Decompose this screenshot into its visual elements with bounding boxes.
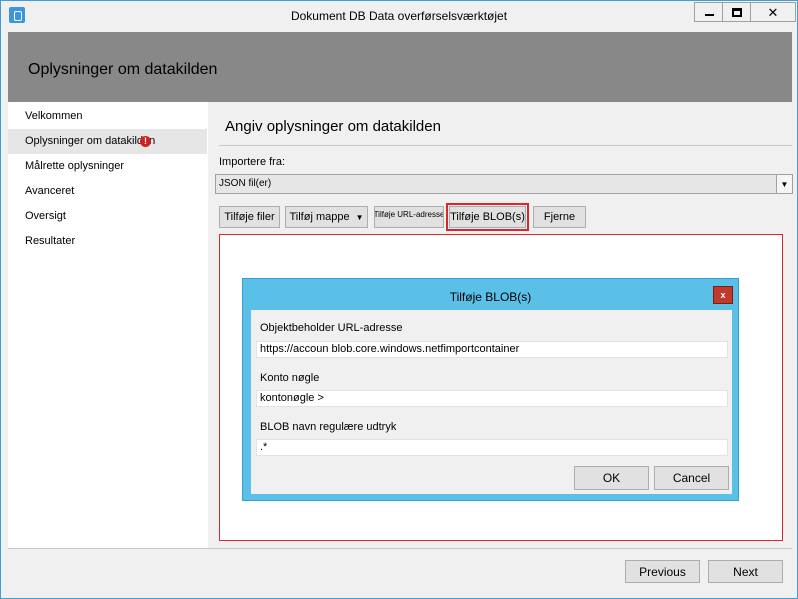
container-url-field[interactable]: https://accoun blob.core.windows.netfimp… bbox=[256, 341, 728, 358]
maximize-icon bbox=[732, 7, 742, 17]
minimize-button[interactable] bbox=[694, 2, 724, 22]
footer-divider bbox=[8, 548, 792, 549]
close-button[interactable]: ✕ bbox=[750, 2, 796, 22]
nav-item-advanced[interactable]: Avanceret bbox=[8, 179, 207, 204]
nav-item-source-info[interactable]: Oplysninger om datakilden ! bbox=[8, 129, 207, 154]
ok-button[interactable]: OK bbox=[574, 466, 649, 490]
section-title: Angiv oplysninger om datakilden bbox=[225, 118, 441, 135]
minimize-icon bbox=[704, 14, 714, 16]
import-source-select[interactable]: JSON fil(er) ▼ bbox=[215, 174, 793, 194]
remove-button[interactable]: Fjerne bbox=[533, 206, 586, 228]
blob-regex-label: BLOB navn regulære udtryk bbox=[260, 421, 397, 433]
add-blob-button[interactable]: Tilføje BLOB(s) bbox=[446, 203, 529, 231]
import-from-label: Importere fra: bbox=[219, 156, 286, 168]
close-icon: ✕ bbox=[767, 4, 779, 20]
window-title: Dokument DB Data overførselsværktøjet bbox=[290, 9, 508, 23]
nav-item-summary[interactable]: Oversigt bbox=[8, 204, 207, 229]
previous-button[interactable]: Previous bbox=[625, 560, 700, 583]
app-window: Dokument DB Data overførselsværktøjet ✕ … bbox=[0, 0, 798, 599]
wizard-nav: Velkommen Oplysninger om datakilden ! Må… bbox=[8, 102, 208, 548]
blob-regex-field[interactable]: .* bbox=[256, 439, 728, 456]
add-url-button[interactable]: Tilføje URL-adresse bbox=[374, 206, 444, 228]
maximize-button[interactable] bbox=[722, 2, 752, 22]
add-folder-label: Tilføj mappe bbox=[289, 211, 350, 223]
add-folder-button[interactable]: Tilføj mappe ▼ bbox=[285, 206, 368, 228]
nav-item-results[interactable]: Resultater bbox=[8, 229, 207, 254]
nav-item-label: Oplysninger om datakilden bbox=[25, 135, 156, 147]
account-key-label: Konto nøgle bbox=[260, 372, 320, 384]
chevron-down-icon[interactable]: ▼ bbox=[776, 175, 792, 193]
container-url-label: Objektbeholder URL-adresse bbox=[260, 322, 403, 334]
dialog-close-button[interactable]: x bbox=[713, 286, 733, 304]
cancel-button[interactable]: Cancel bbox=[654, 466, 729, 490]
nav-item-target-info[interactable]: Målrette oplysninger bbox=[8, 154, 207, 179]
dialog-body: Objektbeholder URL-adresse https://accou… bbox=[251, 310, 732, 494]
next-button[interactable]: Next bbox=[708, 560, 783, 583]
add-files-button[interactable]: Tilføje filer bbox=[219, 206, 280, 228]
section-divider bbox=[219, 145, 792, 146]
account-key-field[interactable]: kontonøgle > bbox=[256, 390, 728, 407]
add-blob-dialog: Tilføje BLOB(s) x Objektbeholder URL-adr… bbox=[242, 278, 739, 501]
title-bar: Dokument DB Data overførselsværktøjet ✕ bbox=[1, 1, 797, 31]
page-title: Oplysninger om datakilden bbox=[28, 61, 218, 78]
import-source-value: JSON fil(er) bbox=[219, 178, 272, 189]
chevron-down-icon: ▼ bbox=[355, 212, 364, 222]
wizard-header: Oplysninger om datakilden bbox=[8, 32, 792, 102]
dialog-title: Tilføje BLOB(s) bbox=[449, 290, 532, 304]
nav-item-welcome[interactable]: Velkommen bbox=[8, 104, 207, 129]
warning-icon: ! bbox=[140, 136, 151, 147]
